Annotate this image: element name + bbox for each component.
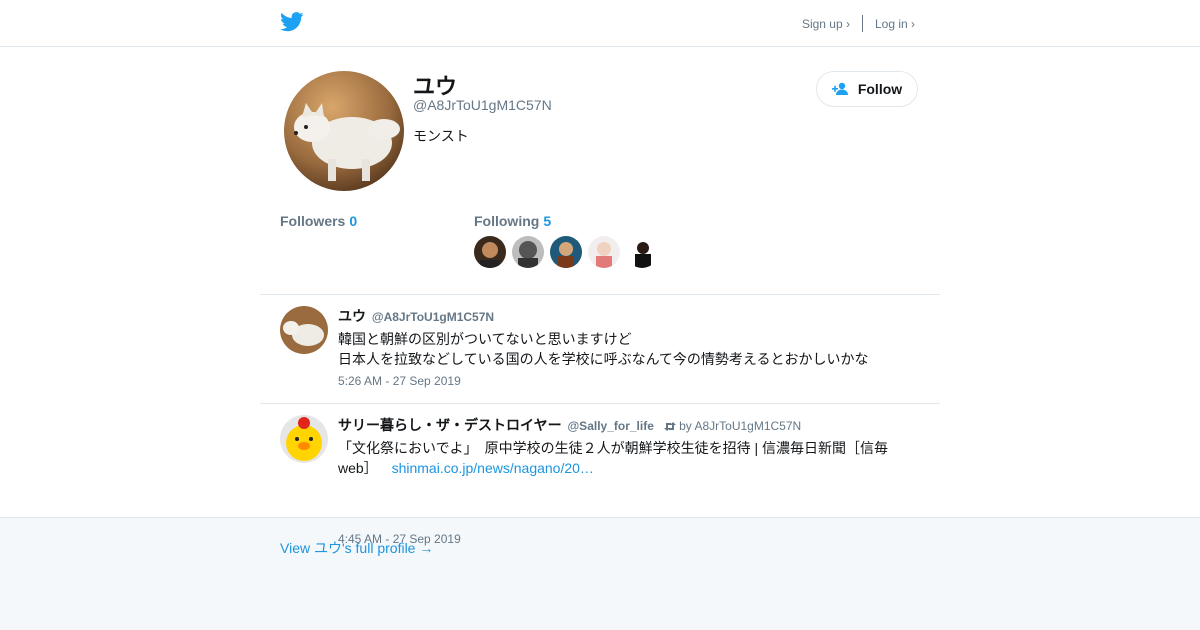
twitter-bird-icon[interactable] [280, 11, 304, 33]
section-divider [260, 294, 940, 295]
following-label: Following [474, 213, 540, 229]
top-bar: Sign up › Log in › [0, 0, 1200, 47]
tweet-avatar[interactable] [280, 415, 328, 463]
add-user-icon [831, 82, 848, 95]
login-link[interactable]: Log in › [875, 17, 915, 31]
profile-handle: @A8JrToU1gM1C57N [413, 97, 552, 113]
following-avatars [474, 236, 658, 268]
followers-label: Followers [280, 213, 346, 229]
follow-label: Follow [857, 81, 903, 97]
following-avatar[interactable] [512, 236, 544, 268]
tweet-header: ユウ @A8JrToU1gM1C57N [338, 306, 494, 326]
following-count: 5 [543, 213, 552, 229]
following-stat[interactable]: Following 5 [474, 213, 551, 229]
view-full-profile-link[interactable]: View ユウ's full profile → [280, 538, 433, 558]
tweet-author-name[interactable]: サリー暮らし・ザ・デストロイヤー [338, 417, 562, 433]
tweet-divider [260, 403, 940, 404]
profile-panel: ユウ @A8JrToU1gM1C57N モンスト Follow Follower… [0, 47, 1200, 546]
nav-divider [861, 15, 863, 32]
follow-button[interactable]: Follow [816, 71, 918, 107]
following-avatar[interactable] [474, 236, 506, 268]
signup-link[interactable]: Sign up › [802, 17, 850, 31]
retweet-icon [663, 422, 676, 431]
tweet-item[interactable]: ユウ @A8JrToU1gM1C57N 韓国と朝鮮の区別がついてないと思いますけ… [280, 306, 920, 396]
tweet-header: サリー暮らし・ザ・デストロイヤー @Sally_for_life by A8Jr… [338, 415, 801, 435]
profile-avatar[interactable] [284, 71, 404, 191]
retweet-indicator: by A8JrToU1gM1C57N [663, 419, 802, 433]
tweet-item[interactable]: サリー暮らし・ザ・デストロイヤー @Sally_for_life by A8Jr… [280, 415, 920, 546]
profile-bio: モンスト [413, 128, 469, 144]
followers-count: 0 [349, 213, 358, 229]
tweet-author-name[interactable]: ユウ [338, 308, 366, 324]
following-avatar[interactable] [550, 236, 582, 268]
followers-stat[interactable]: Followers 0 [280, 213, 357, 229]
tweet-author-handle[interactable]: @Sally_for_life [567, 419, 653, 433]
tweet-text-line: 韓国と朝鮮の区別がついてないと思いますけど [338, 331, 632, 347]
tweet-text-line: 日本人を拉致などしている国の人を学校に呼ぶなんて今の情勢考えるとおかしいかな [338, 351, 869, 367]
tweet-author-handle[interactable]: @A8JrToU1gM1C57N [372, 310, 494, 324]
following-avatar[interactable] [626, 236, 658, 268]
tweet-text: 「文化祭においでよ」 原中学校の生徒２人が朝鮮学校生徒を招待 | 信濃毎日新聞［… [338, 438, 908, 478]
following-avatar[interactable] [588, 236, 620, 268]
auth-nav: Sign up › Log in › [802, 15, 915, 32]
tweet-link[interactable]: shinmai.co.jp/news/nagano/20… [392, 460, 594, 476]
tweet-avatar[interactable] [280, 306, 328, 354]
retweeted-by: by A8JrToU1gM1C57N [679, 419, 802, 433]
tweet-timestamp[interactable]: 5:26 AM - 27 Sep 2019 [338, 374, 461, 388]
tweet-text: 韓国と朝鮮の区別がついてないと思いますけど 日本人を拉致などしている国の人を学校… [338, 329, 908, 369]
